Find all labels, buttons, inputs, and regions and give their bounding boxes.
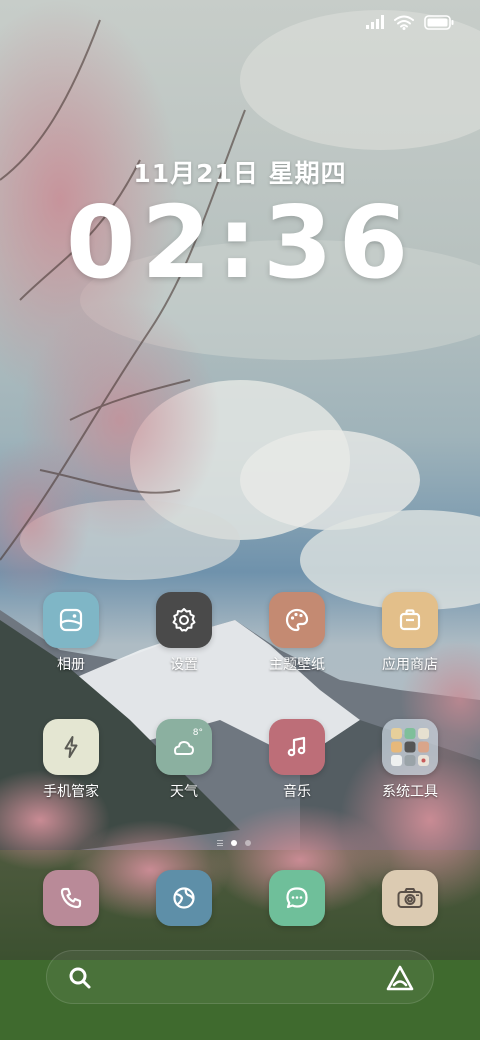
app-label: 系统工具 <box>382 784 438 800</box>
app-label: 相册 <box>57 657 85 673</box>
gear-icon <box>156 592 212 648</box>
wifi-icon <box>394 15 414 30</box>
lightning-icon <box>43 719 99 775</box>
app-music[interactable]: 音乐 <box>242 719 352 801</box>
page-indicator-minus-one <box>217 840 223 846</box>
app-weather[interactable]: 8° 天气 <box>129 719 239 801</box>
clock-time[interactable]: 02:36 <box>0 188 480 298</box>
page-dot <box>245 840 251 846</box>
app-gallery[interactable]: 相册 <box>16 592 126 674</box>
page-dot-active <box>231 840 237 846</box>
music-note-icon <box>269 719 325 775</box>
status-bar <box>366 12 454 32</box>
home-search-bar[interactable] <box>46 950 434 1004</box>
app-label: 手机管家 <box>43 784 99 800</box>
app-settings[interactable]: 设置 <box>129 592 239 674</box>
browser-globe-icon[interactable] <box>156 870 212 926</box>
weather-cloud-sun-icon: 8° <box>156 719 212 775</box>
search-icon[interactable] <box>67 965 93 991</box>
app-label: 主题壁纸 <box>269 657 325 673</box>
app-themes[interactable]: 主题壁纸 <box>242 592 352 674</box>
app-label: 天气 <box>170 784 198 800</box>
store-bag-icon <box>382 592 438 648</box>
message-icon[interactable] <box>269 870 325 926</box>
app-label: 设置 <box>170 657 198 673</box>
folder-icon <box>382 719 438 775</box>
app-folder-system-tools[interactable]: 系统工具 <box>355 719 465 801</box>
app-label: 应用商店 <box>382 657 438 673</box>
palette-icon <box>269 592 325 648</box>
camera-icon[interactable] <box>382 870 438 926</box>
app-label: 音乐 <box>283 784 311 800</box>
signal-bars-icon <box>366 15 384 29</box>
weather-temp-badge: 8° <box>192 728 203 738</box>
app-security[interactable]: 手机管家 <box>16 719 126 801</box>
page-indicator[interactable] <box>217 840 251 846</box>
battery-icon <box>424 14 454 30</box>
phone-icon[interactable] <box>43 870 99 926</box>
assistant-a-icon[interactable] <box>385 964 415 992</box>
app-store[interactable]: 应用商店 <box>355 592 465 674</box>
gallery-icon <box>43 592 99 648</box>
